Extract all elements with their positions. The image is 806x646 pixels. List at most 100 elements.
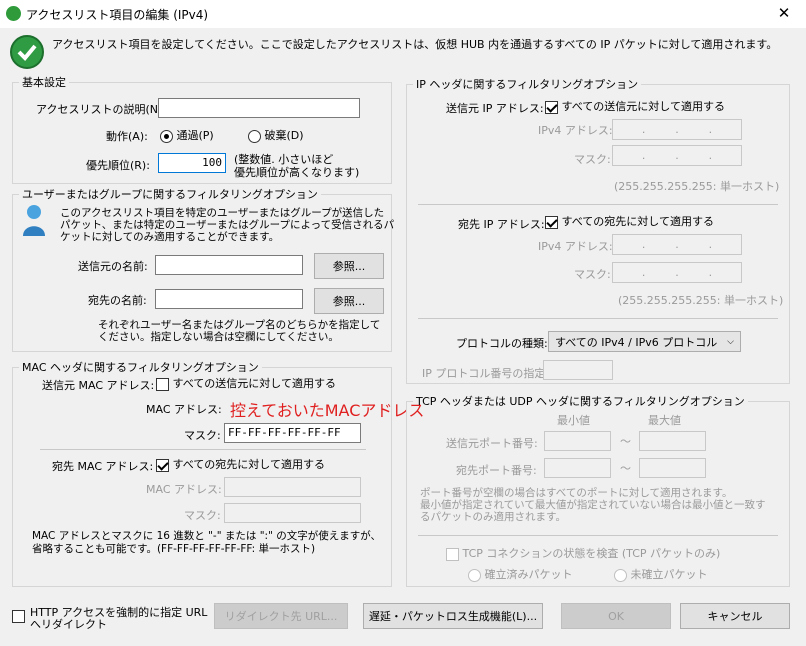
- dst-single-host-note: (255.255.255.255: 単一ホスト): [618, 294, 784, 307]
- close-button[interactable]: ✕: [770, 2, 798, 24]
- checkmark-icon: [10, 35, 44, 69]
- src-mac-mask-label: マスク:: [184, 429, 221, 442]
- dst-mac-all-box[interactable]: [156, 458, 169, 472]
- src-mac-all-box[interactable]: [156, 377, 169, 391]
- tcp-state-label: TCP コネクションの状態を検査 (TCP パケットのみ): [462, 547, 721, 560]
- src-mac-all-checkbox[interactable]: すべての送信元に対して適用する: [156, 375, 336, 391]
- dst-ip-label: 宛先 IP アドレス:: [458, 218, 545, 231]
- src-mac-mask-input[interactable]: FF-FF-FF-FF-FF-FF: [224, 423, 361, 443]
- dst-mac-address-input[interactable]: [224, 477, 361, 497]
- src-port-label: 送信元ポート番号:: [446, 437, 538, 450]
- protocol-select[interactable]: すべての IPv4 / IPv6 プロトコル ⌵: [548, 331, 741, 352]
- protocol-select-value: すべての IPv4 / IPv6 プロトコル: [555, 335, 718, 349]
- dst-port-min-input[interactable]: [544, 458, 611, 478]
- dst-ip-all-box[interactable]: [545, 215, 558, 229]
- ip-dot: .: [641, 149, 646, 162]
- dst-name-input[interactable]: [155, 289, 303, 309]
- min-value-header: 最小値: [557, 414, 590, 427]
- protocol-label: プロトコルの種類:: [456, 337, 548, 350]
- ok-button[interactable]: OK: [561, 603, 671, 629]
- priority-input[interactable]: 100: [158, 153, 226, 173]
- app-check-icon: [6, 6, 21, 21]
- window-title: アクセスリスト項目の編集 (IPv4): [26, 8, 209, 22]
- dst-mac-mask-input[interactable]: [224, 503, 361, 523]
- src-ip-all-label: すべての送信元に対して適用する: [561, 100, 725, 113]
- unestablished-radio-dot[interactable]: [614, 568, 627, 582]
- intro-text: アクセスリスト項目を設定してください。ここで設定したアクセスリストは、仮想 HU…: [52, 38, 778, 51]
- ip-dot: .: [641, 266, 646, 279]
- pass-radio[interactable]: 通過(P): [160, 127, 214, 143]
- port-note-3: るパケットのみ適用されます。: [420, 511, 566, 523]
- src-name-input[interactable]: [155, 255, 303, 275]
- description-input[interactable]: [158, 98, 360, 118]
- unestablished-radio-label: 未確立パケット: [630, 568, 708, 581]
- dst-ip-mask-label: マスク:: [574, 268, 611, 281]
- dst-mac-all-checkbox[interactable]: すべての宛先に対して適用する: [156, 456, 325, 472]
- unestablished-radio[interactable]: 未確立パケット: [614, 566, 708, 582]
- tcp-udp-filter-legend: TCP ヘッダまたは UDP ヘッダに関するフィルタリングオプション: [416, 395, 745, 408]
- action-label: 動作(A):: [106, 130, 148, 143]
- priority-label: 優先順位(R):: [86, 159, 150, 172]
- mac-note-1: MAC アドレスとマスクに 16 進数と "-" または ":" の文字が使えま…: [32, 530, 382, 542]
- dst-port-label: 宛先ポート番号:: [456, 464, 537, 477]
- priority-note-2: 優先順位が高くなります): [234, 166, 360, 179]
- cancel-button[interactable]: キャンセル: [680, 603, 790, 629]
- established-radio-label: 確立済みパケット: [484, 568, 573, 581]
- dst-ip-mask-input[interactable]: ...: [612, 262, 742, 283]
- src-browse-button[interactable]: 参照...: [314, 253, 384, 279]
- ip-dot: .: [675, 123, 679, 136]
- dst-mac-address-label: MAC アドレス:: [146, 483, 222, 496]
- http-redirect-checkbox[interactable]: [12, 609, 25, 623]
- ip-dot: .: [675, 238, 679, 251]
- http-redirect-label-2: へリダイレクト: [30, 618, 107, 631]
- discard-radio-dot[interactable]: [248, 129, 261, 143]
- protocol-number-input[interactable]: [543, 360, 613, 380]
- src-port-max-input[interactable]: [639, 431, 706, 451]
- mac-separator: [40, 449, 366, 450]
- src-ip-label: 送信元 IP アドレス:: [446, 102, 544, 115]
- dst-ip-all-checkbox[interactable]: すべての宛先に対して適用する: [545, 213, 714, 229]
- src-ipv4-input[interactable]: ...: [612, 119, 742, 140]
- src-ipv4-label: IPv4 アドレス:: [538, 124, 613, 137]
- src-ip-mask-input[interactable]: ...: [612, 145, 742, 166]
- pass-radio-label: 通過(P): [176, 129, 214, 142]
- dst-browse-button[interactable]: 参照...: [314, 288, 384, 314]
- ip-dot: .: [641, 123, 646, 136]
- delay-packet-loss-button[interactable]: 遅延・パケットロス生成機能(L)...: [363, 603, 543, 629]
- pass-radio-dot[interactable]: [160, 129, 173, 143]
- tcp-state-checkbox[interactable]: TCP コネクションの状態を検査 (TCP パケットのみ): [446, 545, 720, 561]
- discard-radio[interactable]: 破棄(D): [248, 127, 304, 143]
- description-label: アクセスリストの説明(N):: [36, 103, 166, 116]
- src-name-label: 送信元の名前:: [78, 260, 148, 273]
- src-single-host-note: (255.255.255.255: 単一ホスト): [614, 180, 780, 193]
- established-radio[interactable]: 確立済みパケット: [468, 566, 573, 582]
- user-filter-legend: ユーザーまたはグループに関するフィルタリングオプション: [22, 188, 318, 201]
- dst-port-tilde: ～: [620, 462, 631, 475]
- ip-dot: .: [675, 266, 679, 279]
- established-radio-dot[interactable]: [468, 568, 481, 582]
- src-ip-all-checkbox[interactable]: すべての送信元に対して適用する: [545, 98, 725, 114]
- src-port-min-input[interactable]: [544, 431, 611, 451]
- src-ip-mask-label: マスク:: [574, 153, 611, 166]
- ip-separator-2: [418, 318, 778, 319]
- dst-ipv4-label: IPv4 アドレス:: [538, 240, 613, 253]
- dst-ipv4-input[interactable]: ...: [612, 234, 742, 255]
- ip-separator-1: [418, 204, 778, 205]
- ip-dot: .: [708, 123, 713, 136]
- dst-mac-label: 宛先 MAC アドレス:: [52, 460, 154, 473]
- http-redirect-box[interactable]: [12, 609, 25, 623]
- src-mac-address-label: MAC アドレス:: [146, 403, 222, 416]
- tcp-separator: [418, 535, 778, 536]
- tcp-state-box[interactable]: [446, 547, 459, 561]
- ip-filter-legend: IP ヘッダに関するフィルタリングオプション: [416, 78, 639, 91]
- src-ip-all-box[interactable]: [545, 100, 558, 114]
- ip-dot: .: [708, 149, 713, 162]
- annotation-mac-address: 控えておいたMACアドレス: [230, 401, 425, 420]
- src-port-tilde: ～: [620, 435, 631, 448]
- user-icon: [22, 203, 46, 237]
- redirect-url-button[interactable]: リダイレクト先 URL...: [214, 603, 348, 629]
- dst-port-max-input[interactable]: [639, 458, 706, 478]
- ip-dot: .: [641, 238, 646, 251]
- dst-ip-all-label: すべての宛先に対して適用する: [561, 215, 714, 228]
- src-mac-all-label: すべての送信元に対して適用する: [172, 377, 336, 390]
